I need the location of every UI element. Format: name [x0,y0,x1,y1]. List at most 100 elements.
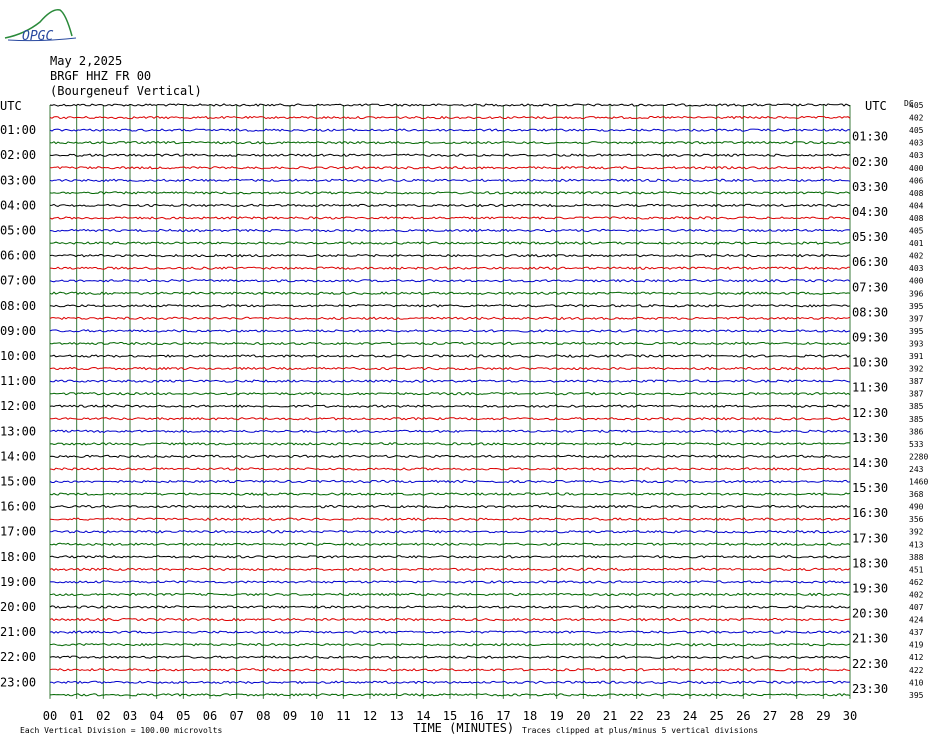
right-hour-label-4: 04:30 [852,205,888,219]
dc-offset-31: 368 [909,490,924,499]
x-tick-01: 01 [69,709,83,723]
dc-offset-35: 413 [909,540,924,549]
left-hour-label-18: 18:00 [0,550,36,564]
left-hour-labels: 01:00 02:00 03:00 04:00 05:00 06:00 07:00 08:00… [0,123,36,689]
left-hour-label-9: 09:00 [0,324,36,338]
x-tick-12: 12 [363,709,377,723]
x-tick-20: 20 [576,709,590,723]
left-hour-label-4: 04:00 [0,198,36,212]
right-axis-title: UTC [865,99,887,113]
left-hour-label-14: 14:00 [0,449,36,463]
right-hour-label-23: 23:30 [852,682,888,696]
dc-offset-37: 451 [909,565,924,574]
dc-offset-33: 356 [909,515,924,524]
left-hour-label-1: 01:00 [0,123,36,137]
x-tick-29: 29 [816,709,830,723]
x-tick-30: 30 [843,709,857,723]
grid [49,105,851,699]
right-hour-label-19: 19:30 [852,582,888,596]
x-tick-21: 21 [603,709,617,723]
dc-offset-4: 403 [909,151,924,160]
right-hour-label-22: 22:30 [852,657,888,671]
x-tick-11: 11 [336,709,350,723]
x-tick-09: 09 [283,709,297,723]
right-hour-label-15: 15:30 [852,481,888,495]
dc-offset-9: 408 [909,214,924,223]
left-hour-label-12: 12:00 [0,399,36,413]
right-hour-label-1: 01:30 [852,130,888,144]
x-tick-19: 19 [549,709,563,723]
x-tick-07: 07 [229,709,243,723]
x-tick-24: 24 [683,709,697,723]
dc-offset-42: 437 [909,628,924,637]
right-hour-label-21: 21:30 [852,632,888,646]
dc-offset-0: 405 [909,101,924,110]
x-tick-02: 02 [96,709,110,723]
dc-offset-23: 387 [909,390,924,399]
dc-offset-21: 392 [909,365,924,374]
left-hour-label-10: 10:00 [0,349,36,363]
left-hour-label-19: 19:00 [0,575,36,589]
right-hour-labels: 01:30 02:30 03:30 04:30 05:30 06:30 07:30 08:30… [852,130,888,696]
clip-note: Traces clipped at plus/minus 5 vertical … [522,726,758,735]
dc-offset-24: 385 [909,402,924,411]
left-hour-label-21: 21:00 [0,625,36,639]
left-hour-label-2: 02:00 [0,148,36,162]
dc-offset-40: 407 [909,603,924,612]
right-hour-label-8: 08:30 [852,305,888,319]
dc-offset-38: 462 [909,578,924,587]
right-hour-label-11: 11:30 [852,381,888,395]
dc-offset-44: 412 [909,653,924,662]
right-hour-label-9: 09:30 [852,331,888,345]
dc-offset-19: 393 [909,340,924,349]
dc-offset-22: 387 [909,377,924,386]
dc-offset-5: 400 [909,164,924,173]
left-hour-label-13: 13:00 [0,424,36,438]
x-tick-08: 08 [256,709,270,723]
x-tick-23: 23 [656,709,670,723]
dc-offset-46: 410 [909,678,924,687]
dc-offset-6: 406 [909,176,924,185]
left-hour-label-6: 06:00 [0,249,36,263]
x-tick-10: 10 [309,709,323,723]
helicorder-svg: OPGC May 2,2025 BRGF HHZ FR 00 (Bourgene… [0,9,928,735]
dc-offset-15: 396 [909,289,924,298]
left-hour-label-3: 03:00 [0,173,36,187]
right-hour-label-17: 17:30 [852,531,888,545]
left-hour-label-7: 07:00 [0,274,36,288]
x-tick-22: 22 [629,709,643,723]
left-hour-label-23: 23:00 [0,675,36,689]
dc-offset-12: 402 [909,252,924,261]
dc-offset-29: 243 [909,465,924,474]
dc-offset-39: 402 [909,591,924,600]
dc-offset-11: 401 [909,239,924,248]
left-hour-label-16: 16:00 [0,500,36,514]
left-hour-label-11: 11:00 [0,374,36,388]
right-hour-label-5: 05:30 [852,230,888,244]
left-hour-label-15: 15:00 [0,475,36,489]
x-tick-03: 03 [123,709,137,723]
right-hour-label-10: 10:30 [852,356,888,370]
dc-offset-3: 403 [909,139,924,148]
dc-offset-16: 395 [909,302,924,311]
right-hour-label-12: 12:30 [852,406,888,420]
dc-offset-41: 424 [909,616,924,625]
dc-offset-1: 402 [909,114,924,123]
scale-note: Each Vertical Division = 100.00 microvol… [20,726,222,735]
right-hour-label-13: 13:30 [852,431,888,445]
dc-offset-2: 405 [909,126,924,135]
dc-offset-20: 391 [909,352,924,361]
trace-row-0 [49,103,851,107]
station-location: (Bourgeneuf Vertical) [50,84,202,98]
plot-date: May 2,2025 [50,54,122,68]
dc-offset-26: 386 [909,427,924,436]
right-hour-label-14: 14:30 [852,456,888,470]
x-axis-title: TIME (MINUTES) [413,721,514,735]
x-tick-18: 18 [523,709,537,723]
right-hour-label-20: 20:30 [852,607,888,621]
x-tick-00: 00 [43,709,57,723]
dc-offset-36: 388 [909,553,924,562]
dc-offset-7: 408 [909,189,924,198]
dc-offset-8: 404 [909,201,924,210]
x-tick-04: 04 [149,709,163,723]
